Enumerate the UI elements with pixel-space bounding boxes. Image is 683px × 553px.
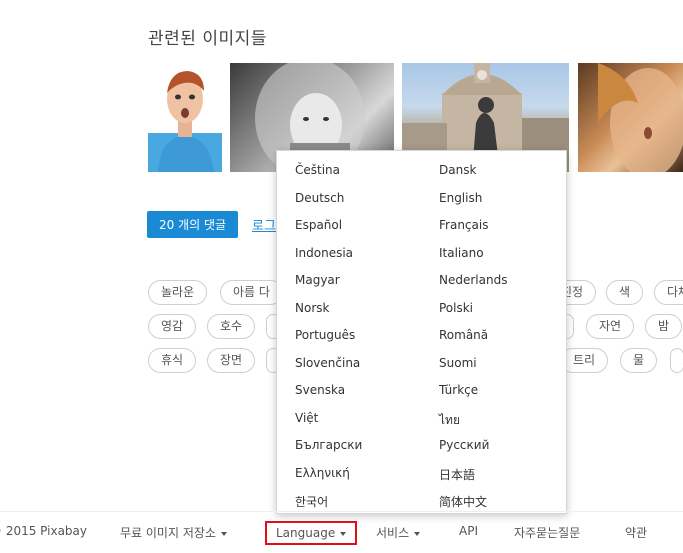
- language-option[interactable]: Română: [439, 328, 488, 342]
- language-option[interactable]: 日本語: [439, 466, 475, 483]
- tag-chip[interactable]: 밤: [645, 314, 683, 339]
- tag-chip[interactable]: 아름 다: [220, 280, 283, 305]
- comments-button[interactable]: 20 개의 댓글: [147, 211, 238, 238]
- language-option[interactable]: Slovenčina: [295, 356, 360, 370]
- language-toggle[interactable]: Language: [265, 521, 357, 545]
- language-option[interactable]: English: [439, 191, 482, 205]
- language-option[interactable]: Български: [295, 438, 362, 452]
- language-option[interactable]: Português: [295, 328, 355, 342]
- language-option[interactable]: Ελληνική: [295, 466, 350, 480]
- language-option[interactable]: Français: [439, 218, 488, 232]
- tag-chip[interactable]: 물: [620, 348, 658, 373]
- language-option[interactable]: Indonesia: [295, 246, 353, 260]
- language-option[interactable]: Svenska: [295, 383, 345, 397]
- footer-divider: [0, 511, 683, 512]
- tag-chip[interactable]: 장면: [207, 348, 256, 373]
- caret-down-icon: [220, 531, 227, 536]
- language-option[interactable]: Türkçe: [439, 383, 478, 397]
- language-option[interactable]: Italiano: [439, 246, 484, 260]
- language-option[interactable]: Polski: [439, 301, 473, 315]
- footer-services-menu[interactable]: 서비스: [376, 524, 421, 541]
- language-option[interactable]: Norsk: [295, 301, 329, 315]
- language-option[interactable]: Nederlands: [439, 273, 507, 287]
- caret-down-icon: [340, 531, 347, 536]
- language-option[interactable]: Suomi: [439, 356, 477, 370]
- caret-down-icon: [414, 531, 421, 536]
- language-option[interactable]: 한국어: [295, 493, 328, 510]
- footer-api-link[interactable]: API: [459, 524, 478, 538]
- tag-chip[interactable]: 다채: [654, 280, 683, 305]
- language-option[interactable]: Español: [295, 218, 342, 232]
- related-image-1[interactable]: [148, 63, 222, 172]
- login-link[interactable]: 로그: [252, 215, 276, 234]
- language-option[interactable]: Dansk: [439, 163, 476, 177]
- footer-free-images-menu[interactable]: 무료 이미지 저장소: [120, 524, 227, 541]
- tag-chip[interactable]: 휴식: [148, 348, 197, 373]
- language-option[interactable]: Việt: [295, 411, 318, 425]
- footer-services-label: 서비스: [376, 526, 410, 540]
- footer-terms-link[interactable]: 약관: [625, 524, 647, 541]
- language-toggle-label: Language: [276, 526, 336, 540]
- language-option[interactable]: Deutsch: [295, 191, 344, 205]
- language-option[interactable]: Magyar: [295, 273, 340, 287]
- footer-faq-link[interactable]: 자주묻는질문: [514, 524, 580, 541]
- tag-chip[interactable]: 트리: [560, 348, 609, 373]
- language-dropdown: Čeština Dansk Deutsch English Español Fr…: [276, 150, 567, 514]
- tag-chip[interactable]: 자연: [586, 314, 635, 339]
- tag-chip[interactable]: 놀라운: [148, 280, 208, 305]
- language-option[interactable]: Русский: [439, 438, 489, 452]
- footer-copyright: © 2015 Pixabay: [0, 524, 88, 538]
- tag-chip[interactable]: 호수: [207, 314, 256, 339]
- language-option[interactable]: ไทย: [439, 411, 460, 430]
- language-option[interactable]: 简体中文: [439, 493, 487, 510]
- tag-chip[interactable]: 영감: [148, 314, 197, 339]
- section-title: 관련된 이미지들: [148, 29, 267, 49]
- language-option[interactable]: Čeština: [295, 163, 340, 177]
- tag-chip-partial[interactable]: [670, 348, 683, 373]
- tag-chip[interactable]: 색: [606, 280, 644, 305]
- footer-free-images-label: 무료 이미지 저장소: [120, 526, 216, 540]
- related-image-4[interactable]: [578, 63, 683, 172]
